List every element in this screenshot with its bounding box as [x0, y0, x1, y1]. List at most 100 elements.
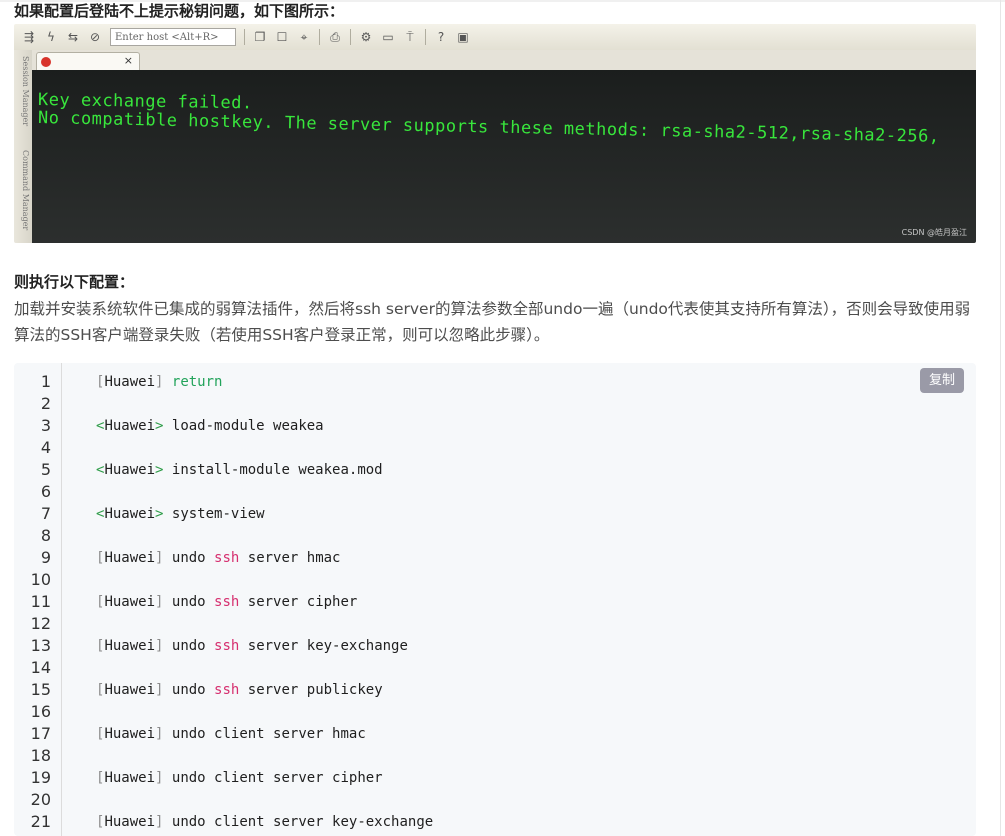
copy-icon: ❐ [254, 30, 266, 44]
line-number: 16 [30, 702, 51, 721]
line-number: 17 [30, 724, 51, 743]
command-text: server publickey [239, 682, 383, 698]
terminal-sidebar: Session Manager Command Manager [14, 50, 33, 243]
prompt-host: Huawei [104, 770, 156, 786]
code-line: [Huawei] undo client server cipher [96, 768, 383, 788]
line-number: 21 [30, 812, 51, 831]
prompt-bracket: ] [155, 726, 164, 742]
prompt-bracket: > [155, 418, 164, 434]
line-number: 18 [30, 746, 51, 765]
paste-icon: ☐ [276, 30, 288, 44]
toolbar-separator [319, 29, 320, 45]
prompt-host: Huawei [104, 638, 156, 654]
about-icon: ▣ [457, 30, 469, 44]
line-number: 2 [40, 394, 51, 413]
disconnect-icon: ⊘ [89, 30, 101, 44]
command-keyword: ssh [214, 638, 240, 654]
line-number: 15 [30, 680, 51, 699]
command-text: server cipher [239, 594, 358, 610]
terminal-tabbar: × [32, 50, 976, 71]
line-number-gutter: 1 2 3 4 5 6 7 8 9 10 11 12 13 14 15 16 17 18 19 20 21 [14, 363, 62, 836]
command-text: undo [171, 594, 215, 610]
terminal-toolbar: ⇶ ϟ ⇆ ⊘ Enter host <Alt+R> ❐ ☐ ⌖ ⎙ ⚙ ▭ ⍑… [14, 24, 976, 51]
prompt-host: Huawei [104, 506, 156, 522]
session-manager-label: Session Manager [21, 56, 30, 127]
code-line: [Huawei] undo ssh server key-exchange [96, 636, 408, 656]
code-line: [Huawei] undo ssh server cipher [96, 592, 357, 612]
prompt-bracket: > [155, 506, 164, 522]
code-line: <Huawei> load-module weakea [96, 416, 324, 436]
line-number: 12 [30, 614, 51, 633]
line-number: 20 [30, 790, 51, 809]
session-tab: × [36, 52, 140, 71]
code-line: <Huawei> install-module weakea.mod [96, 460, 383, 480]
command-text: undo client server hmac [171, 726, 366, 742]
code-line: [Huawei] undo client server hmac [96, 724, 366, 744]
host-input: Enter host <Alt+R> [110, 28, 236, 46]
sftp-icon: ⍑ [406, 30, 414, 44]
command-keyword: ssh [214, 682, 240, 698]
line-number: 9 [40, 548, 51, 567]
command-keyword: return [171, 374, 223, 390]
code-line: [Huawei] return [96, 372, 222, 392]
line-number: 3 [40, 416, 51, 435]
description-paragraph: 加载并安装系统软件已集成的弱算法插件，然后将ssh server的算法参数全部u… [14, 300, 971, 344]
prompt-bracket: ] [155, 682, 164, 698]
lightning-icon: ϟ [47, 30, 55, 44]
command-text: system-view [171, 506, 265, 522]
terminal-line: No compatible hostkey. The server suppor… [37, 108, 940, 147]
line-number: 8 [40, 526, 51, 545]
line-number: 4 [40, 438, 51, 457]
settings-icon: ⚙ [360, 30, 372, 44]
print-icon: ⎙ [330, 30, 340, 44]
line-number: 6 [40, 482, 51, 501]
keymap-icon: ▭ [382, 30, 394, 44]
config-heading: 则执行以下配置： [14, 273, 135, 291]
prompt-bracket: ] [155, 638, 164, 654]
command-text: server key-exchange [239, 638, 408, 654]
command-text: undo client server cipher [171, 770, 383, 786]
watermark: CSDN @皓月盈江 [901, 228, 967, 237]
prompt-bracket: ] [155, 374, 164, 390]
code-line: [Huawei] undo ssh server publickey [96, 680, 383, 700]
error-screenshot: ⇶ ϟ ⇆ ⊘ Enter host <Alt+R> ❐ ☐ ⌖ ⎙ ⚙ ▭ ⍑… [14, 24, 976, 243]
command-keyword: ssh [214, 594, 240, 610]
prompt-host: Huawei [104, 682, 156, 698]
prompt-bracket: ] [155, 770, 164, 786]
command-keyword: ssh [214, 550, 240, 566]
toolbar-separator [244, 29, 245, 45]
command-text: server hmac [239, 550, 341, 566]
prompt-bracket: ] [155, 594, 164, 610]
help-icon: ? [437, 30, 445, 44]
prompt-host: Huawei [104, 374, 156, 390]
close-icon: × [123, 54, 133, 67]
line-number: 14 [30, 658, 51, 677]
line-number: 11 [30, 592, 51, 611]
right-scroll-divider [1000, 0, 1001, 836]
line-number: 7 [40, 504, 51, 523]
line-number: 10 [30, 570, 51, 589]
find-icon: ⌖ [300, 30, 308, 44]
command-text: load-module weakea [171, 418, 324, 434]
toolbar-separator [350, 29, 351, 45]
copy-button[interactable]: 复制 [920, 368, 964, 393]
command-text: undo [171, 550, 215, 566]
prompt-host: Huawei [104, 550, 156, 566]
command-text: undo client server key-exchange [171, 814, 434, 830]
command-text: install-module weakea.mod [171, 462, 383, 478]
code-line: <Huawei> system-view [96, 504, 265, 524]
prompt-host: Huawei [104, 594, 156, 610]
prompt-bracket: > [155, 462, 164, 478]
line-number: 19 [30, 768, 51, 787]
terminal-output: Key exchange failed. No compatible hostk… [32, 70, 976, 243]
line-number: 5 [40, 460, 51, 479]
code-line: [Huawei] undo ssh server hmac [96, 548, 341, 568]
command-text: undo [171, 682, 215, 698]
disconnected-icon [41, 57, 51, 67]
line-number: 13 [30, 636, 51, 655]
code-line: [Huawei] undo client server key-exchange [96, 812, 433, 832]
connect-icon: ⇶ [23, 30, 35, 44]
prompt-bracket: ] [155, 550, 164, 566]
code-block: 1 2 3 4 5 6 7 8 9 10 11 12 13 14 15 16 17 18 19 20 21 复制 [Hu… [14, 363, 976, 836]
line-number: 1 [40, 372, 51, 391]
